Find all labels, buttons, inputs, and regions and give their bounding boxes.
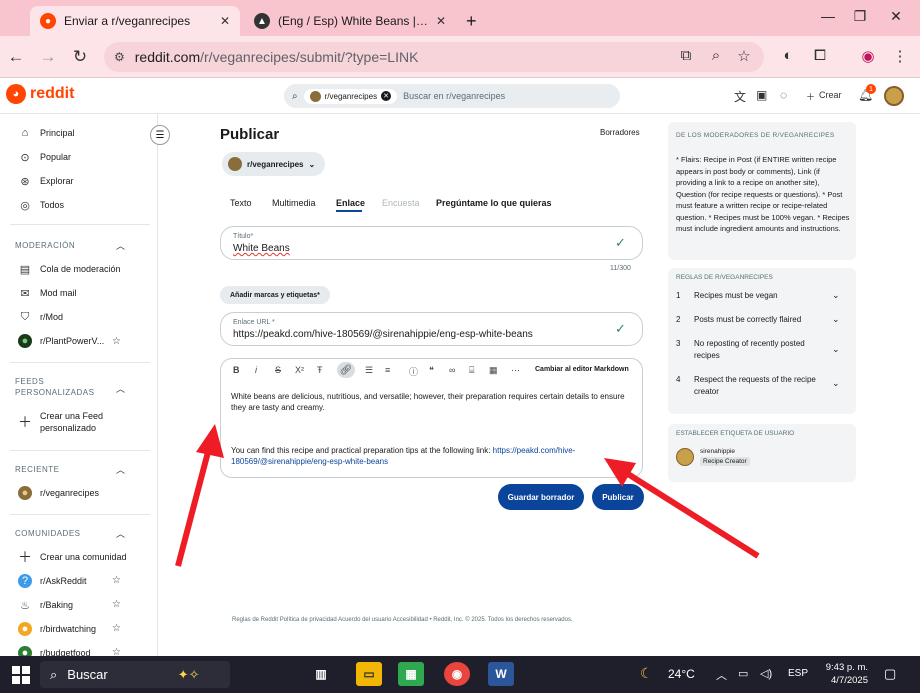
word-icon[interactable]: W <box>488 662 514 686</box>
chrome-icon[interactable]: ◉ <box>444 662 470 686</box>
notification-center-icon[interactable]: ▢ <box>884 666 896 682</box>
task-view-icon[interactable]: ▥ <box>308 662 334 686</box>
copilot-sparkle-icon: ✦✧ <box>177 666 200 682</box>
search-icon: ⌕ <box>50 666 58 682</box>
taskbar-search[interactable]: ⌕ Buscar ✦✧ <box>40 661 230 688</box>
annotation-arrows <box>175 424 760 567</box>
arrow-shaft <box>175 451 211 567</box>
windows-start-icon[interactable] <box>12 666 30 684</box>
network-icon[interactable]: ▭ <box>738 667 748 680</box>
volume-icon[interactable]: ◁) <box>760 667 772 680</box>
weather-icon[interactable]: ☾ <box>640 665 653 682</box>
weather-temp[interactable]: 24°C <box>668 667 695 681</box>
arrow-shaft <box>626 471 760 559</box>
annotation-arrow-left <box>175 424 224 567</box>
language-indicator[interactable]: ESP <box>788 668 808 679</box>
store-icon[interactable]: ▦ <box>398 662 424 686</box>
show-hidden-icons-icon[interactable]: ︿ <box>716 667 727 683</box>
taskbar-search-label: Buscar <box>67 667 108 682</box>
file-explorer-icon[interactable]: ▭ <box>356 662 382 686</box>
windows-taskbar: ⌕ Buscar ✦✧ ▥ ▭ ▦ ◉ W ☾ 24°C ︿ ▭ ◁) ESP … <box>0 656 920 693</box>
clock[interactable]: 9:43 p. m. 4/7/2025 <box>820 661 868 687</box>
clock-time: 9:43 p. m. <box>825 662 868 673</box>
arrow-head <box>196 424 224 458</box>
clock-date: 4/7/2025 <box>831 675 868 686</box>
annotation-arrow-right <box>604 458 760 559</box>
